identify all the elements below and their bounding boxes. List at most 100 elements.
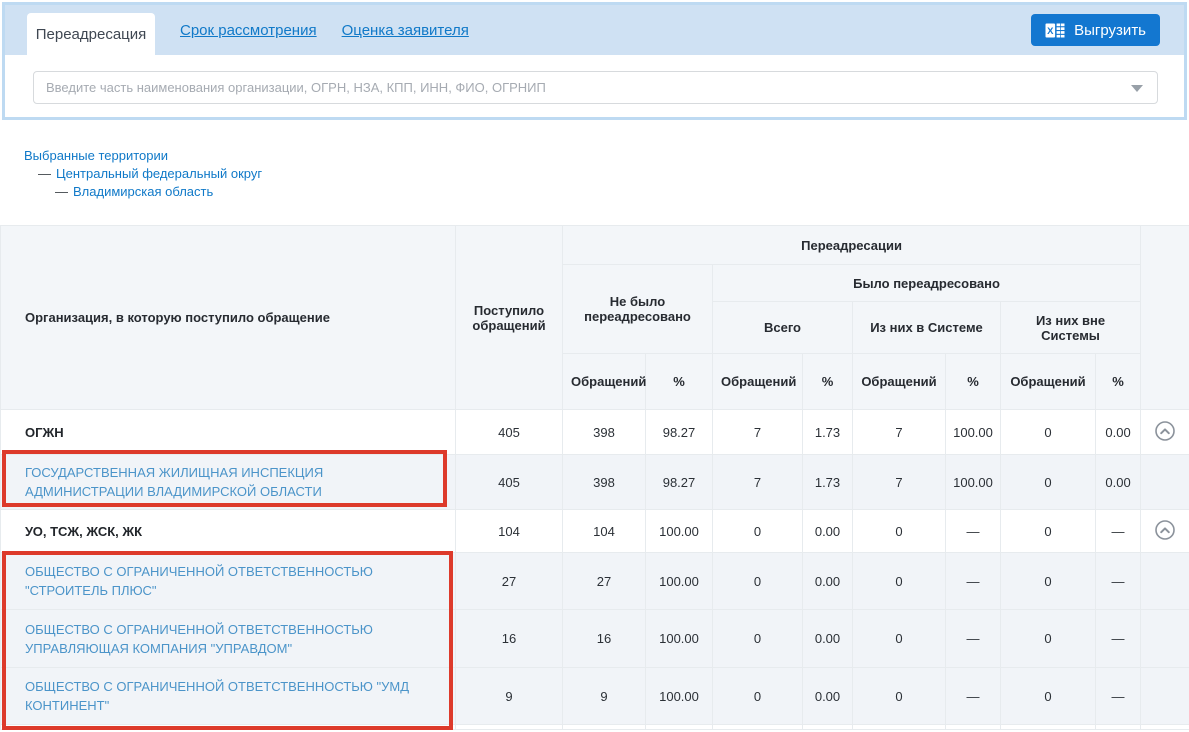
dropdown-caret-icon[interactable] — [1131, 85, 1143, 92]
col-header-redirections: Переадресации — [563, 226, 1141, 265]
cell-value: 27 — [563, 553, 646, 610]
table-row-group: УО, ТСЖ, ЖСК, ЖК 104 104 100.00 0 0.00 0… — [1, 510, 1189, 553]
cell-value: 104 — [456, 510, 563, 553]
cell-value: 0.00 — [803, 510, 853, 553]
table-row-group: ОГЖН 405 398 98.27 7 1.73 7 100.00 0 0.0… — [1, 410, 1189, 455]
cell-value: 0 — [1001, 410, 1096, 455]
territory-item: — Владимирская область — [55, 183, 1189, 201]
chevron-up-circle-icon — [1154, 519, 1176, 541]
table-row-org: ОБЩЕСТВО С ОГРАНИЧЕННОЙ ОТВЕТСТВЕННОСТЬЮ… — [1, 668, 1189, 725]
col-header-appeals: Обращений — [713, 354, 803, 410]
cell-value: 0 — [713, 668, 803, 725]
col-header-in-system: Из них в Системе — [853, 302, 1001, 354]
cell-value: 1.73 — [803, 410, 853, 455]
tab-srok-rassmotreniya[interactable]: Срок рассмотрения — [180, 22, 317, 39]
cell-value: 0.00 — [803, 553, 853, 610]
filter-panel: Переадресация Срок рассмотрения Оценка з… — [2, 2, 1187, 120]
export-button[interactable]: X Выгрузить — [1031, 14, 1160, 46]
cell-value: 0 — [713, 510, 803, 553]
cell-value: 100.00 — [946, 410, 1001, 455]
cell-value: 7 — [853, 455, 946, 510]
cell-value: — — [1096, 668, 1141, 725]
cell-value: 100.00 — [646, 510, 713, 553]
cell-value: 16 — [563, 610, 646, 668]
territory-dash: — — [55, 184, 68, 199]
cell-value: 7 — [713, 455, 803, 510]
cell-value: 100.00 — [946, 455, 1001, 510]
cell-value: 9 — [456, 668, 563, 725]
org-link[interactable]: ГОСУДАРСТВЕННАЯ ЖИЛИЩНАЯ ИНСПЕКЦИЯ АДМИН… — [25, 465, 323, 499]
col-header-was-redirected: Было переадресовано — [713, 265, 1141, 302]
cell-value: 0 — [1001, 510, 1096, 553]
table-row-org: ОБЩЕСТВО С ОГРАНИЧЕННОЙ ОТВЕТСТВЕННОСТЬЮ… — [1, 610, 1189, 668]
cell-value: — — [946, 668, 1001, 725]
cell-value: 0 — [853, 510, 946, 553]
collapse-group-button[interactable] — [1154, 519, 1176, 541]
org-group-name: ОГЖН — [1, 410, 456, 455]
territory-link-region[interactable]: Владимирская область — [73, 184, 213, 199]
col-header-total: Всего — [713, 302, 853, 354]
col-header-collapse — [1141, 226, 1189, 410]
col-header-percent: % — [1096, 354, 1141, 410]
cell-value: 0.00 — [803, 610, 853, 668]
selected-territories-title: Выбранные территории — [24, 147, 1189, 165]
cell-value: 1.73 — [803, 455, 853, 510]
cell-value: — — [1096, 553, 1141, 610]
col-header-appeals: Обращений — [563, 354, 646, 410]
org-search-input[interactable] — [33, 71, 1158, 104]
col-header-out-system: Из них вне Системы — [1001, 302, 1141, 354]
table-row-org: ГОСУДАРСТВЕННАЯ ЖИЛИЩНАЯ ИНСПЕКЦИЯ АДМИН… — [1, 455, 1189, 510]
cell-value: 398 — [563, 455, 646, 510]
cell-value: 7 — [853, 410, 946, 455]
export-button-label: Выгрузить — [1074, 22, 1146, 39]
cell-value: 0 — [1001, 610, 1096, 668]
excel-icon: X — [1045, 22, 1065, 39]
cell-value: 100.00 — [646, 668, 713, 725]
col-header-not-redirected: Не было переадресовано — [563, 265, 713, 354]
cell-value: 100.00 — [646, 553, 713, 610]
collapse-group-button[interactable] — [1154, 420, 1176, 442]
col-header-percent: % — [646, 354, 713, 410]
cell-value: 9 — [563, 668, 646, 725]
territory-dash: — — [38, 166, 51, 181]
svg-text:X: X — [1047, 26, 1054, 37]
cell-value: 0 — [853, 553, 946, 610]
tab-bar: Переадресация Срок рассмотрения Оценка з… — [5, 5, 1184, 55]
org-link[interactable]: ОБЩЕСТВО С ОГРАНИЧЕННОЙ ОТВЕТСТВЕННОСТЬЮ… — [25, 564, 373, 598]
cell-value: 7 — [713, 410, 803, 455]
cell-value: 27 — [456, 553, 563, 610]
chevron-up-circle-icon — [1154, 420, 1176, 442]
col-header-appeals: Обращений — [1001, 354, 1096, 410]
cell-value: — — [946, 510, 1001, 553]
cell-value: — — [1096, 610, 1141, 668]
tab-ocenka-zayavitelya[interactable]: Оценка заявителя — [342, 22, 469, 39]
cell-value: — — [1096, 510, 1141, 553]
cell-value: 0 — [713, 610, 803, 668]
org-link[interactable]: ОБЩЕСТВО С ОГРАНИЧЕННОЙ ОТВЕТСТВЕННОСТЬЮ… — [25, 622, 373, 656]
table-row-org: ОБЩЕСТВО С ОГРАНИЧЕННОЙ ОТВЕТСТВЕННОСТЬЮ… — [1, 553, 1189, 610]
territory-link-federal-district[interactable]: Центральный федеральный округ — [56, 166, 262, 181]
cell-value: 398 — [563, 410, 646, 455]
cell-value: 0 — [853, 668, 946, 725]
col-header-received: Поступило обращений — [456, 226, 563, 410]
territory-item: — Центральный федеральный округ — [38, 165, 1189, 183]
cell-value: 0 — [853, 610, 946, 668]
cell-value: 104 — [563, 510, 646, 553]
search-area — [5, 55, 1184, 117]
cell-value: 98.27 — [646, 410, 713, 455]
cell-value: 405 — [456, 410, 563, 455]
cell-value: 0 — [713, 553, 803, 610]
cell-value: — — [946, 610, 1001, 668]
redirections-table: Организация, в которую поступило обращен… — [0, 225, 1189, 730]
cell-value: 0.00 — [1096, 410, 1141, 455]
cell-value: 0 — [1001, 455, 1096, 510]
selected-territories: Выбранные территории — Центральный федера… — [24, 147, 1189, 201]
cell-value: 0 — [1001, 553, 1096, 610]
cell-value: 0.00 — [803, 668, 853, 725]
org-link[interactable]: ОБЩЕСТВО С ОГРАНИЧЕННОЙ ОТВЕТСТВЕННОСТЬЮ… — [25, 679, 409, 713]
col-header-percent: % — [803, 354, 853, 410]
tab-pereadresaciya[interactable]: Переадресация — [27, 13, 155, 55]
cell-value: 0 — [1001, 668, 1096, 725]
cell-value: — — [946, 553, 1001, 610]
cell-value: 100.00 — [646, 610, 713, 668]
